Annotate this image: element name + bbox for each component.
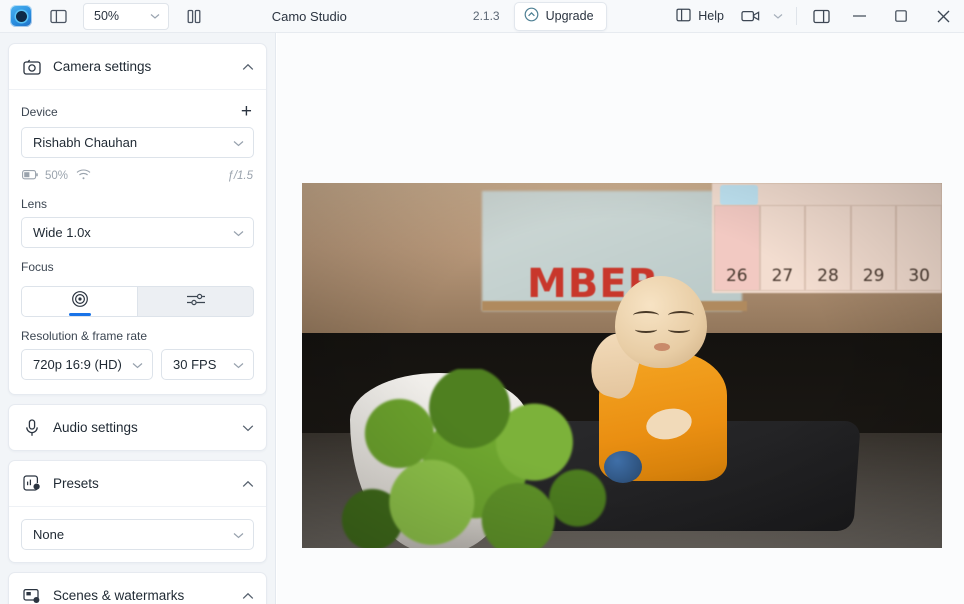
- add-device-button[interactable]: +: [239, 102, 254, 121]
- presets-title: Presets: [53, 476, 242, 491]
- minimize-button[interactable]: [838, 0, 880, 33]
- book-icon: [676, 8, 691, 25]
- pause-icon[interactable]: [177, 0, 211, 33]
- focus-mode-toggle: [21, 286, 254, 317]
- sliders-icon: [186, 292, 206, 312]
- sidebar: Camera settings Device + Rishabh Chauhan: [0, 33, 276, 604]
- presets-header[interactable]: Presets: [9, 461, 266, 506]
- focus-row-label: Focus: [21, 248, 254, 280]
- lens-row-label: Lens: [21, 185, 254, 217]
- presets-icon: [22, 474, 42, 494]
- chevron-down-icon: [150, 9, 160, 23]
- app-version: 2.1.3: [473, 9, 500, 23]
- maximize-button[interactable]: [880, 0, 922, 33]
- zoom-level-value: 50%: [94, 9, 119, 23]
- aperture-value: ƒ/1.5: [227, 170, 253, 182]
- camera-preview-video[interactable]: MBER 26 27 28 29 30: [302, 183, 942, 548]
- close-button[interactable]: [922, 0, 964, 33]
- audio-settings-header[interactable]: Audio settings: [9, 405, 266, 450]
- preset-select-value: None: [33, 527, 64, 542]
- device-select[interactable]: Rishabh Chauhan: [21, 127, 254, 158]
- camera-settings-panel: Camera settings Device + Rishabh Chauhan: [8, 43, 267, 395]
- device-select-value: Rishabh Chauhan: [33, 135, 137, 150]
- resolution-row-label: Resolution & frame rate: [21, 317, 254, 349]
- preset-select[interactable]: None: [21, 519, 254, 550]
- resolution-label: Resolution & frame rate: [21, 329, 147, 343]
- camera-icon: [22, 57, 42, 77]
- focus-target-icon: [71, 290, 89, 313]
- chevron-down-icon: [132, 357, 143, 372]
- chevron-up-icon: [242, 587, 254, 604]
- circle-chevron-up-icon: [524, 7, 539, 25]
- focus-manual-button[interactable]: [138, 287, 253, 316]
- chevron-up-icon: [242, 475, 254, 493]
- focus-auto-button[interactable]: [22, 287, 137, 316]
- battery-percent: 50%: [45, 170, 68, 182]
- camera-settings-body: Device + Rishabh Chauhan: [9, 89, 266, 394]
- device-label: Device: [21, 105, 58, 119]
- scenes-watermarks-header[interactable]: Scenes & watermarks: [9, 573, 266, 604]
- lens-select[interactable]: Wide 1.0x: [21, 217, 254, 248]
- scenes-watermarks-panel: Scenes & watermarks All: [8, 572, 267, 604]
- chevron-down-icon: [233, 527, 244, 542]
- lens-select-value: Wide 1.0x: [33, 225, 91, 240]
- titlebar-center: Camo Studio 2.1.3 Upgrade: [211, 2, 667, 31]
- camera-dropdown-chevron-icon[interactable]: [767, 0, 789, 33]
- audio-settings-panel: Audio settings: [8, 404, 267, 451]
- resolution-select[interactable]: 720p 16:9 (HD): [21, 349, 153, 380]
- help-button-label: Help: [698, 9, 724, 23]
- titlebar-divider: [796, 7, 797, 25]
- focus-label: Focus: [21, 260, 54, 274]
- lens-label: Lens: [21, 197, 47, 211]
- presets-panel: Presets None: [8, 460, 267, 563]
- chevron-down-icon: [242, 419, 254, 437]
- upgrade-button-label: Upgrade: [546, 9, 594, 23]
- scenes-icon: [22, 586, 42, 604]
- camo-logo-icon: [10, 5, 32, 27]
- wifi-icon: [76, 169, 91, 183]
- sidebar-toggle-icon[interactable]: [41, 0, 75, 33]
- presets-body: None: [9, 506, 266, 562]
- zoom-level-select[interactable]: 50%: [83, 3, 169, 30]
- preview-vignette: [302, 183, 942, 548]
- device-row-label: Device +: [21, 90, 254, 127]
- video-camera-icon[interactable]: [733, 0, 767, 33]
- camera-settings-header[interactable]: Camera settings: [9, 44, 266, 89]
- titlebar-right-controls: Help: [667, 0, 964, 32]
- app-title: Camo Studio: [272, 9, 347, 24]
- chevron-down-icon: [233, 135, 244, 150]
- preview-area: MBER 26 27 28 29 30: [277, 33, 964, 604]
- upgrade-button[interactable]: Upgrade: [514, 2, 607, 31]
- microphone-icon: [22, 418, 42, 438]
- split-layout-icon[interactable]: [804, 0, 838, 33]
- resolution-select-value: 720p 16:9 (HD): [33, 357, 122, 372]
- chevron-down-icon: [233, 225, 244, 240]
- fps-select[interactable]: 30 FPS: [161, 349, 254, 380]
- scenes-watermarks-title: Scenes & watermarks: [53, 588, 242, 603]
- camera-settings-title: Camera settings: [53, 59, 242, 74]
- titlebar-left-controls: 50%: [0, 0, 211, 32]
- battery-half-icon: [22, 170, 39, 183]
- chevron-up-icon: [242, 58, 254, 76]
- logo-lens-shape: [16, 11, 27, 22]
- chevron-down-icon: [233, 357, 244, 372]
- resolution-controls: 720p 16:9 (HD) 30 FPS: [21, 349, 254, 380]
- titlebar: 50% Camo Studio 2.1.3 Upgrad: [0, 0, 964, 33]
- help-button[interactable]: Help: [667, 2, 733, 31]
- fps-select-value: 30 FPS: [173, 357, 216, 372]
- audio-settings-title: Audio settings: [53, 420, 242, 435]
- device-status-row: 50% ƒ/1.5: [21, 158, 254, 185]
